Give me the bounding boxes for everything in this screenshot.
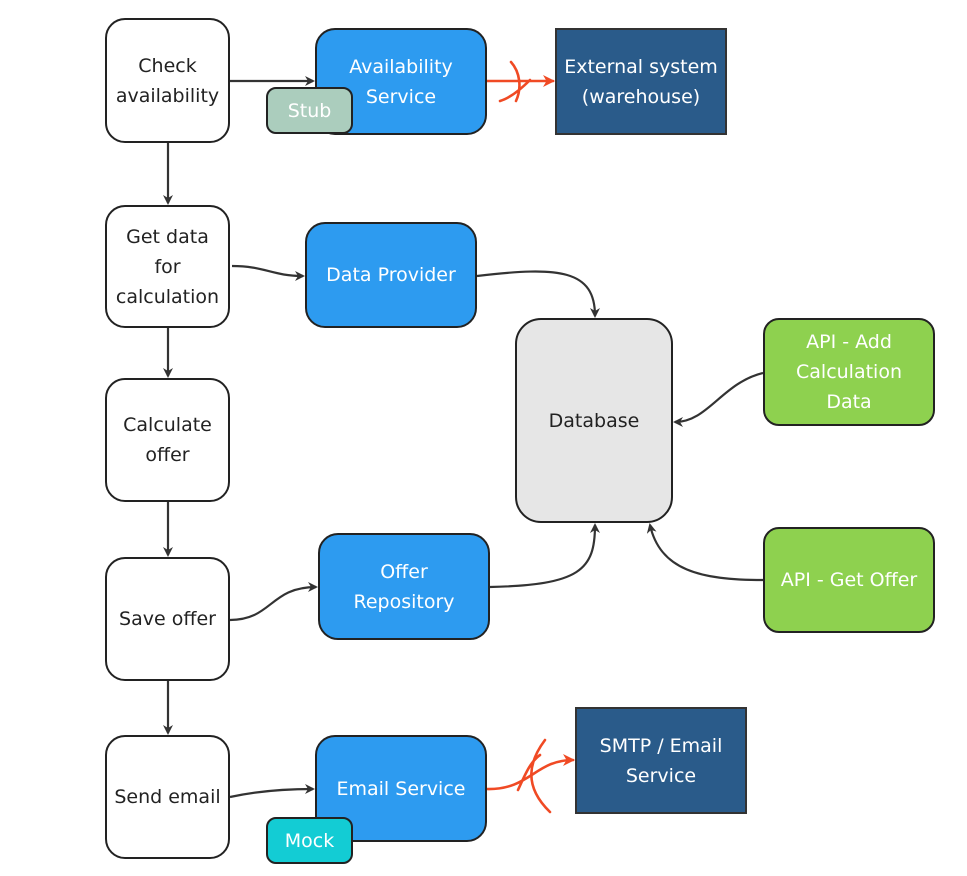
step-check-availability[interactable]: Check availability bbox=[105, 18, 230, 143]
node-label: Service bbox=[625, 764, 697, 787]
node-label: Data bbox=[826, 391, 872, 413]
node-label: Email Service bbox=[336, 777, 466, 800]
edge-offerrepo-to-database bbox=[489, 523, 600, 589]
node-label: API - Get Offer bbox=[780, 569, 918, 591]
node-label: offer bbox=[145, 444, 190, 466]
edge-save-to-offerrepo bbox=[229, 582, 318, 622]
node-label: Service bbox=[365, 85, 437, 108]
api-add-calculation-data[interactable]: API - Add Calculation Data bbox=[763, 318, 935, 426]
blocked-cross-icon bbox=[516, 738, 552, 814]
node-label: Offer bbox=[380, 560, 428, 583]
node-label: for bbox=[154, 255, 181, 278]
node-label: (warehouse) bbox=[581, 85, 701, 108]
node-label: External system bbox=[564, 55, 718, 78]
offer-repository[interactable]: Offer Repository bbox=[318, 533, 490, 640]
node-label: Send email bbox=[114, 786, 221, 808]
edge-send-to-email bbox=[229, 784, 315, 799]
step-save-offer[interactable]: Save offer bbox=[105, 557, 230, 681]
node-label: calculation bbox=[115, 285, 220, 308]
external-system-warehouse[interactable]: External system (warehouse) bbox=[555, 28, 727, 135]
smtp-email-service[interactable]: SMTP / Email Service bbox=[575, 707, 747, 814]
edge-apiadd-to-database bbox=[673, 371, 764, 427]
node-label: Calculation bbox=[796, 361, 902, 383]
step-calculate-offer[interactable]: Calculate offer bbox=[105, 378, 230, 502]
edge-dataprovider-to-database bbox=[476, 270, 600, 318]
data-provider[interactable]: Data Provider bbox=[305, 222, 477, 328]
node-label: Save offer bbox=[119, 608, 216, 630]
node-label: Calculate bbox=[123, 414, 212, 436]
edge-apiget-to-database bbox=[646, 523, 764, 582]
node-label: Database bbox=[548, 409, 640, 432]
node-label: Check bbox=[138, 54, 197, 77]
database[interactable]: Database bbox=[515, 318, 673, 523]
stub-badge[interactable]: Stub bbox=[266, 87, 353, 134]
node-label: Repository bbox=[353, 590, 455, 613]
node-label: Get data bbox=[126, 225, 209, 248]
step-send-email[interactable]: Send email bbox=[105, 735, 230, 859]
node-label: availability bbox=[115, 84, 220, 107]
node-label: Mock bbox=[284, 829, 335, 852]
architecture-diagram: Check availability Availability Service St… bbox=[0, 0, 967, 876]
mock-badge[interactable]: Mock bbox=[266, 817, 353, 864]
edge-getdata-to-dataprovider bbox=[231, 264, 305, 281]
node-label: SMTP / Email bbox=[599, 734, 723, 757]
node-label: Availability bbox=[349, 55, 453, 78]
node-label: Data Provider bbox=[326, 264, 456, 286]
api-get-offer[interactable]: API - Get Offer bbox=[763, 527, 935, 633]
node-label: API - Add bbox=[806, 331, 892, 353]
node-label: Stub bbox=[287, 99, 332, 122]
step-get-data[interactable]: Get data for calculation bbox=[105, 205, 230, 328]
